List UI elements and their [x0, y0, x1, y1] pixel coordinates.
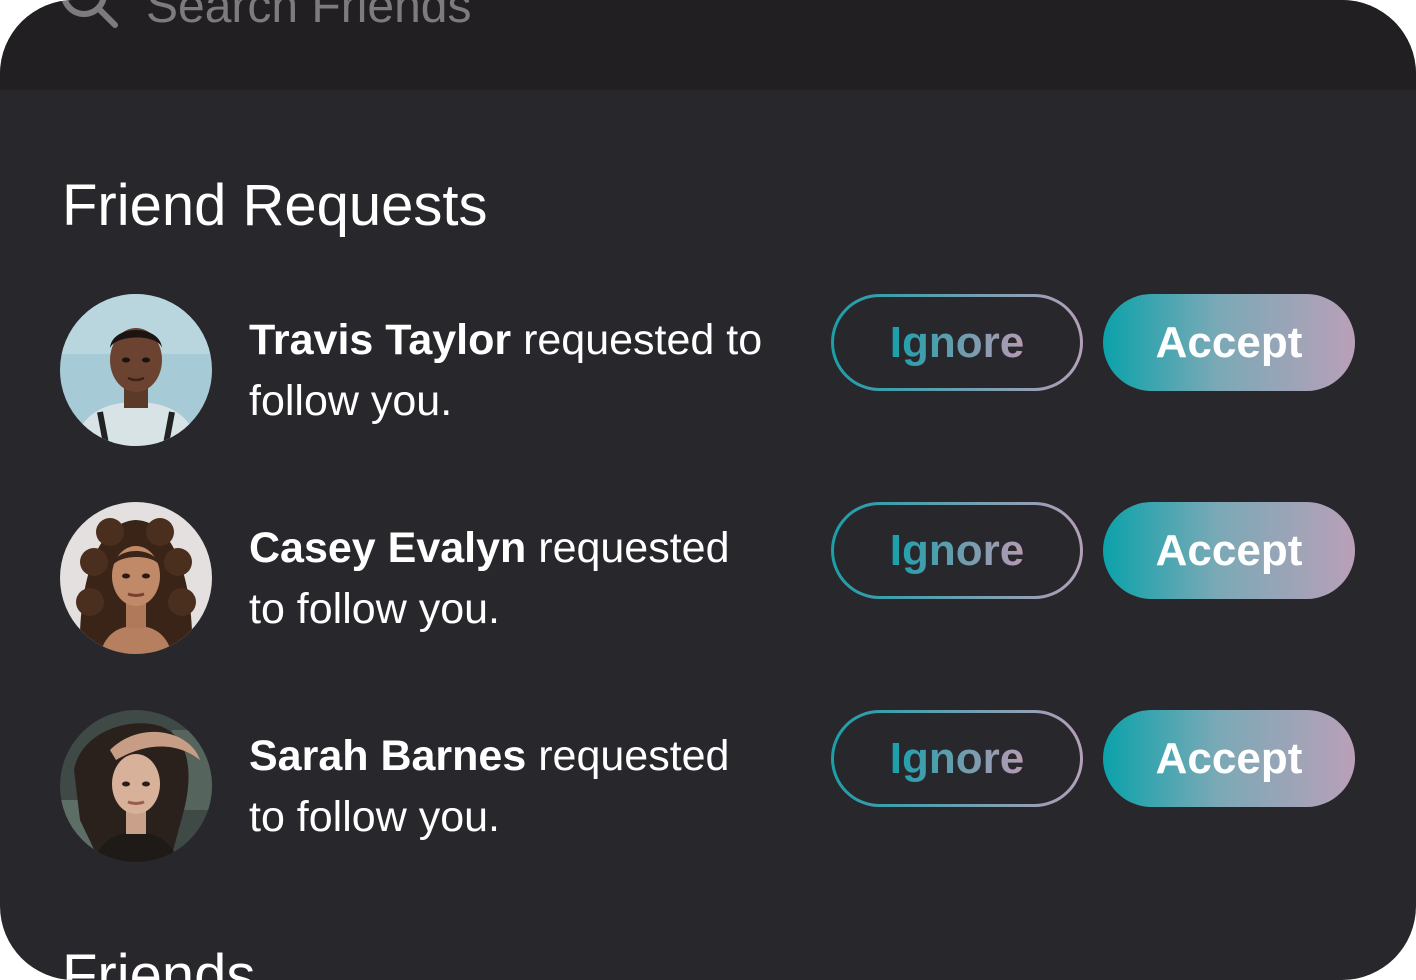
- friend-request-item: Casey Evalyn requested to follow you. Ig…: [0, 502, 1416, 662]
- request-text-suffix: requested to: [511, 316, 763, 364]
- request-message: Travis Taylor requested to follow you.: [249, 310, 809, 432]
- requester-name: Travis Taylor: [249, 316, 512, 364]
- requester-name: Casey Evalyn: [249, 524, 527, 572]
- request-text-suffix: requested: [526, 524, 730, 572]
- ignore-button[interactable]: Ignore: [831, 502, 1083, 599]
- request-text-suffix: requested: [526, 732, 730, 780]
- avatar: [60, 710, 212, 862]
- friends-screen: Search Friends Friend Requests Travis Ta…: [0, 0, 1416, 980]
- accept-button[interactable]: Accept: [1103, 294, 1355, 391]
- friend-request-item: Travis Taylor requested to follow you. I…: [0, 294, 1416, 454]
- ignore-button-label: Ignore: [889, 525, 1025, 575]
- search-input[interactable]: Search Friends: [146, 0, 471, 34]
- request-message: Sarah Barnes requested to follow you.: [249, 726, 809, 848]
- ignore-button-label: Ignore: [889, 317, 1025, 367]
- search-icon: [58, 0, 122, 40]
- request-text-line2: to follow you.: [249, 793, 500, 841]
- friend-request-item: Sarah Barnes requested to follow you. Ig…: [0, 710, 1416, 870]
- request-text-line2: to follow you.: [249, 585, 500, 633]
- request-text-line2: follow you.: [249, 377, 453, 425]
- ignore-button[interactable]: Ignore: [831, 710, 1083, 807]
- accept-button[interactable]: Accept: [1103, 710, 1355, 807]
- ignore-button[interactable]: Ignore: [831, 294, 1083, 391]
- request-message: Casey Evalyn requested to follow you.: [249, 518, 809, 640]
- friend-requests-heading: Friend Requests: [62, 173, 488, 238]
- friends-heading: Friends: [62, 943, 256, 980]
- avatar: [60, 294, 212, 446]
- requester-name: Sarah Barnes: [249, 732, 527, 780]
- avatar: [60, 502, 212, 654]
- accept-button[interactable]: Accept: [1103, 502, 1355, 599]
- search-bar[interactable]: Search Friends: [0, 0, 1416, 90]
- ignore-button-label: Ignore: [889, 733, 1025, 783]
